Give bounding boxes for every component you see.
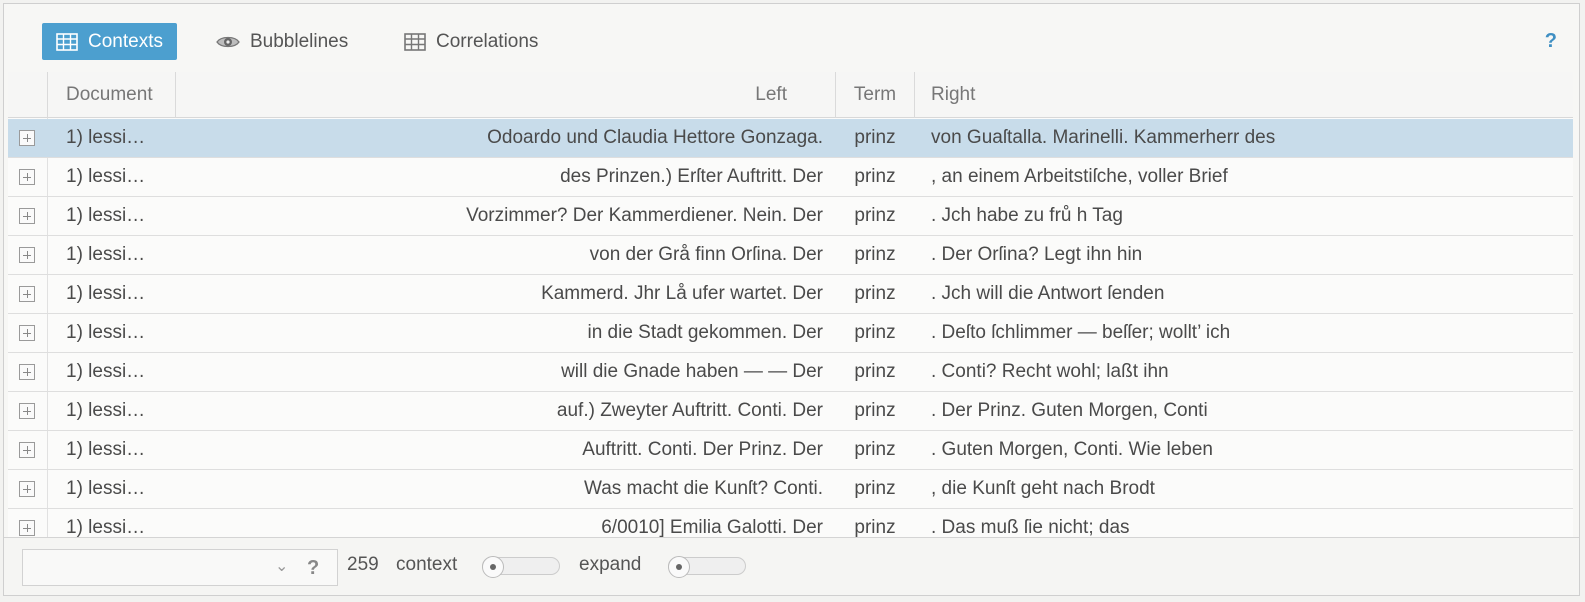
expand-row-icon[interactable] — [19, 442, 35, 458]
cell-document: 1) lessi… — [66, 322, 146, 343]
expand-row-icon[interactable] — [19, 247, 35, 263]
total-count: 259 — [347, 554, 379, 575]
cell-document: 1) lessi… — [66, 439, 146, 460]
cell-right-context: . Conti? Recht wohl; laßt ihn — [931, 361, 1169, 382]
cell-right-context: . Jch habe zu frů h Tag — [931, 205, 1123, 226]
cell-right-context: , an einem Arbeitstiſche, voller Brief — [931, 166, 1228, 187]
cell-left-context: von der Grå finn Orſina. Der — [589, 244, 823, 265]
expand-row-icon[interactable] — [19, 364, 35, 380]
cell-document: 1) lessi… — [66, 478, 146, 499]
cell-term: prinz — [854, 166, 896, 187]
cell-term: prinz — [854, 283, 896, 304]
cell-right-context: . Jch will die Antwort ſenden — [931, 283, 1165, 304]
cell-left-context: Was macht die Kunſt? Conti. — [583, 478, 823, 499]
table-row[interactable]: 1) lessi… auf.) Zweyter Auftritt. Conti. … — [8, 392, 1573, 431]
footer-toolbar: ⌄ ? 259 context expand — [4, 537, 1579, 595]
expand-row-icon[interactable] — [19, 520, 35, 536]
expand-row-icon[interactable] — [19, 286, 35, 302]
chevron-down-icon[interactable]: ⌄ — [275, 556, 288, 576]
help-button[interactable]: ? — [1545, 30, 1557, 53]
table-row[interactable]: 1) lessi… Auftritt. Conti. Der Prinz. Der… — [8, 431, 1573, 470]
table-icon — [56, 32, 78, 51]
cell-right-context: . Guten Morgen, Conti. Wie leben — [931, 439, 1213, 460]
table-row[interactable]: 1) lessi… des Prinzen.) Erſter Auftritt. … — [8, 158, 1573, 197]
grid-header: Document Left Term Right — [8, 72, 1573, 118]
table-row[interactable]: 1) lessi… Vorzimmer? Der Kammerdiener. Ne… — [8, 197, 1573, 236]
expand-row-icon[interactable] — [19, 208, 35, 224]
table-row[interactable]: 1) lessi… 6/0010] Emilia Galotti. Der prin… — [8, 509, 1573, 538]
cell-left-context: Kammerd. Jhr Lå ufer wartet. Der — [541, 283, 823, 304]
cell-document: 1) lessi… — [66, 166, 146, 187]
expand-row-icon[interactable] — [19, 481, 35, 497]
column-header-left[interactable]: Left — [178, 72, 803, 118]
expand-row-icon[interactable] — [19, 169, 35, 185]
cell-document: 1) lessi… — [66, 517, 146, 538]
tab-correlations-label: Correlations — [436, 30, 539, 52]
context-slider-thumb[interactable] — [482, 556, 504, 578]
expand-slider[interactable] — [668, 556, 746, 578]
tab-contexts-label: Contexts — [88, 30, 163, 52]
table-row[interactable]: 1) lessi… will die Gnade haben — — Der pri… — [8, 353, 1573, 392]
cell-term: prinz — [854, 439, 896, 460]
column-header-term[interactable]: Term — [836, 72, 914, 118]
context-label: context — [396, 554, 458, 575]
table-row[interactable]: 1) lessi… Odoardo und Claudia Hettore Gon… — [8, 119, 1573, 158]
expand-row-icon[interactable] — [19, 130, 35, 146]
tab-bubblelines[interactable]: Bubblelines — [202, 23, 362, 60]
table-row[interactable]: 1) lessi… in die Stadt gekommen. Der prinz… — [8, 314, 1573, 353]
cell-right-context: . Deſto ſchlimmer — beſſer; wollt’ ich — [931, 322, 1231, 343]
cell-right-context: von Guaſtalla. Marinelli. Kammerherr des — [931, 127, 1276, 148]
table-icon — [404, 32, 426, 51]
cell-document: 1) lessi… — [66, 361, 146, 382]
cell-right-context: . Der Prinz. Guten Morgen, Conti — [931, 400, 1208, 421]
cell-left-context: des Prinzen.) Erſter Auftritt. Der — [560, 166, 823, 187]
cell-left-context: auf.) Zweyter Auftritt. Conti. Der — [556, 400, 823, 421]
table-row[interactable]: 1) lessi… Kammerd. Jhr Lå ufer wartet. De… — [8, 275, 1573, 314]
column-header-right[interactable]: Right — [915, 72, 991, 118]
cell-left-context: will die Gnade haben — — Der — [561, 361, 823, 382]
tab-correlations[interactable]: Correlations — [390, 23, 552, 60]
cell-document: 1) lessi… — [66, 400, 146, 421]
cell-left-context: Auftritt. Conti. Der Prinz. Der — [582, 439, 823, 460]
table-row[interactable]: 1) lessi… Was macht die Kunſt? Conti. prin… — [8, 470, 1573, 509]
cell-term: prinz — [854, 322, 896, 343]
cell-left-context: in die Stadt gekommen. Der — [587, 322, 823, 343]
combo-help-icon[interactable]: ? — [307, 557, 319, 580]
cell-term: prinz — [854, 127, 896, 148]
cell-term: prinz — [854, 244, 896, 265]
expand-label: expand — [579, 554, 642, 575]
cell-document: 1) lessi… — [66, 205, 146, 226]
cell-term: prinz — [854, 400, 896, 421]
cell-document: 1) lessi… — [66, 127, 146, 148]
cell-term: prinz — [854, 478, 896, 499]
toolbar: Contexts Bubblelines Correlations ? — [4, 4, 1579, 72]
tab-contexts[interactable]: Contexts — [42, 23, 177, 60]
expand-row-icon[interactable] — [19, 403, 35, 419]
expand-row-icon[interactable] — [19, 325, 35, 341]
cell-right-context: . Der Orſina? Legt ihn hin — [931, 244, 1143, 265]
cell-left-context: Vorzimmer? Der Kammerdiener. Nein. Der — [466, 205, 823, 226]
eye-icon — [216, 34, 240, 50]
cell-left-context: 6/0010] Emilia Galotti. Der — [601, 517, 823, 538]
column-header-document[interactable]: Document — [50, 72, 169, 118]
document-filter-combo[interactable]: ⌄ ? — [22, 549, 338, 586]
tab-bubblelines-label: Bubblelines — [250, 30, 349, 52]
cell-term: prinz — [854, 205, 896, 226]
cell-term: prinz — [854, 361, 896, 382]
cell-right-context: , die Kunſt geht nach Brodt — [931, 478, 1155, 499]
table-row[interactable]: 1) lessi… von der Grå finn Orſina. Der pri… — [8, 236, 1573, 275]
contexts-grid: Document Left Term Right 1) lessi… Odoard… — [8, 72, 1573, 538]
cell-left-context: Odoardo und Claudia Hettore Gonzaga. — [487, 127, 823, 148]
cell-right-context: . Das muß ſie nicht; das — [931, 517, 1130, 538]
cell-document: 1) lessi… — [66, 283, 146, 304]
expand-slider-thumb[interactable] — [668, 556, 690, 578]
cell-term: prinz — [854, 517, 896, 538]
context-slider[interactable] — [482, 556, 560, 578]
cell-document: 1) lessi… — [66, 244, 146, 265]
contexts-panel: Contexts Bubblelines Correlations ? Docu… — [3, 3, 1580, 596]
